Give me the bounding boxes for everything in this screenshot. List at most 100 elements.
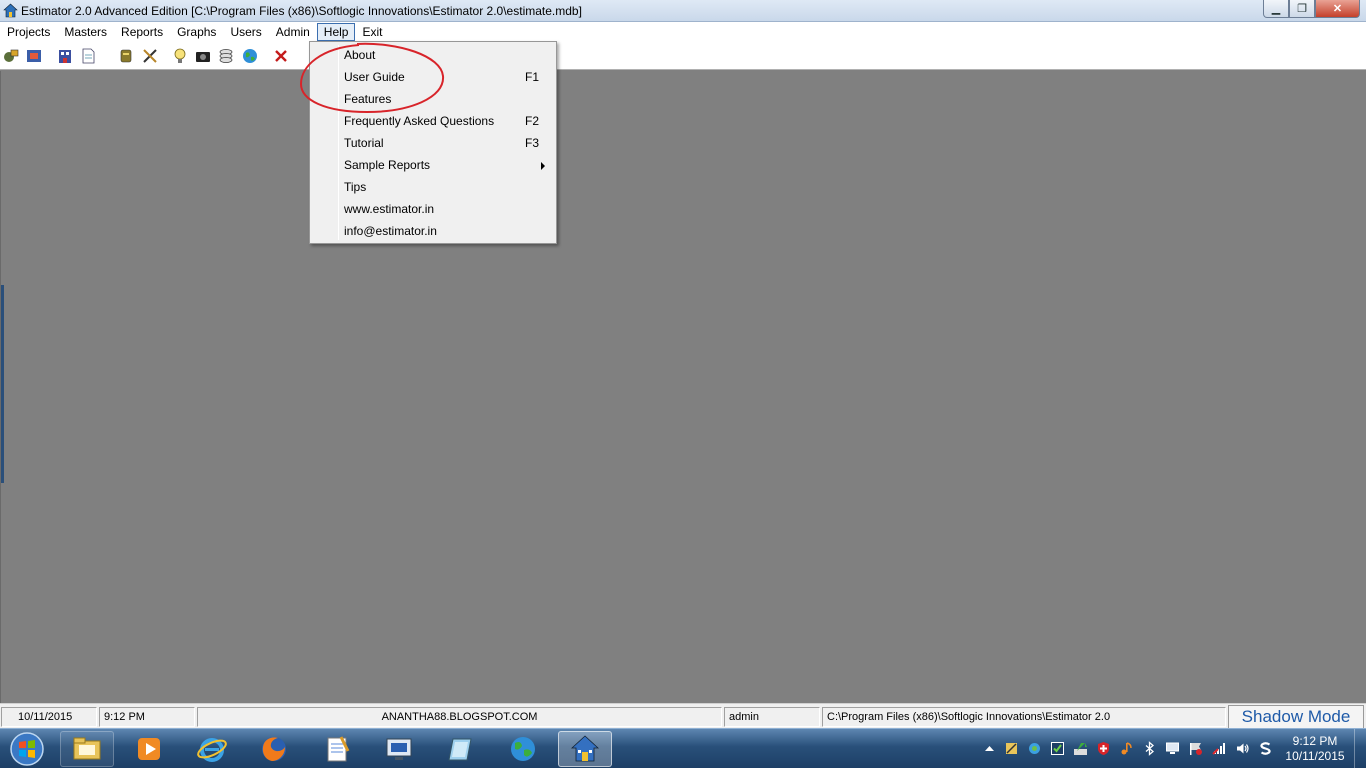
chevron-up-icon	[984, 745, 994, 751]
toolbar-bulb-button[interactable]	[170, 46, 190, 66]
restore-button[interactable]: ❐	[1289, 0, 1315, 18]
monitor-icon	[1165, 742, 1179, 754]
taskbar-file-explorer[interactable]	[60, 731, 114, 767]
internet-explorer-icon	[197, 738, 227, 762]
help-menu-item-website[interactable]: www.estimator.in	[312, 198, 554, 220]
menu-reports[interactable]: Reports	[114, 23, 170, 41]
toolbar-document-button[interactable]	[78, 46, 98, 66]
help-menu-item-faq[interactable]: Frequently Asked Questions F2	[312, 110, 554, 132]
workspace-edge	[1, 285, 4, 483]
estimator-icon	[570, 735, 600, 762]
help-menu-item-user-guide[interactable]: User Guide F1	[312, 66, 554, 88]
tray-bluetooth[interactable]	[1140, 739, 1158, 757]
tray-display[interactable]	[1163, 739, 1181, 757]
help-menu-item-tutorial[interactable]: Tutorial F3	[312, 132, 554, 154]
toolbar-camera-button[interactable]	[193, 46, 213, 66]
tray-check[interactable]	[1048, 739, 1066, 757]
help-menu-item-email[interactable]: info@estimator.in	[312, 220, 554, 242]
toolbar-globe-button[interactable]	[240, 46, 260, 66]
taskbar-globe-app[interactable]	[496, 731, 550, 767]
tray-tools[interactable]	[1002, 739, 1020, 757]
tray-overflow-button[interactable]	[980, 739, 998, 757]
checkbox-icon	[1050, 741, 1064, 755]
estimator-app-icon[interactable]	[3, 3, 18, 18]
notepad-icon	[327, 736, 350, 762]
toolbar-building-button[interactable]	[55, 46, 75, 66]
status-path: C:\Program Files (x86)\Softlogic Innovat…	[822, 707, 1226, 727]
tray-volume[interactable]	[1233, 739, 1251, 757]
help-menu-item-sample-reports[interactable]: Sample Reports	[312, 154, 554, 176]
tray-network-share[interactable]	[1025, 739, 1043, 757]
toolbar-projects-button[interactable]	[1, 46, 21, 66]
menu-item-shortcut: F1	[525, 70, 540, 84]
menu-item-label: Frequently Asked Questions	[344, 114, 495, 128]
title-bar[interactable]: Estimator 2.0 Advanced Edition [C:\Progr…	[0, 0, 1366, 22]
status-time: 9:12 PM	[99, 707, 195, 727]
menu-graphs[interactable]: Graphs	[170, 23, 223, 41]
document-icon	[82, 48, 95, 64]
menu-users[interactable]: Users	[223, 23, 268, 41]
menu-admin[interactable]: Admin	[269, 23, 317, 41]
minimize-icon: ▁	[1271, 3, 1281, 15]
submenu-arrow-icon	[541, 162, 545, 170]
tools-icon	[143, 49, 157, 63]
toolbar-close-button[interactable]	[271, 46, 291, 66]
menu-masters[interactable]: Masters	[57, 23, 114, 41]
status-user: admin	[724, 707, 820, 727]
media-player-icon	[138, 738, 160, 760]
toolbar-estimate-button[interactable]	[24, 46, 44, 66]
taskbar-internet-explorer[interactable]	[185, 731, 239, 767]
bluetooth-icon	[1145, 740, 1154, 756]
mdi-workspace	[0, 71, 1366, 703]
help-menu-item-tips[interactable]: Tips	[312, 176, 554, 198]
taskbar: 9:12 PM 10/11/2015	[0, 728, 1366, 768]
menu-exit[interactable]: Exit	[355, 23, 389, 41]
tools-tray-icon	[1005, 742, 1017, 754]
shadow-mode-button[interactable]: Shadow Mode	[1228, 705, 1364, 729]
show-desktop-button[interactable]	[1354, 729, 1366, 768]
taskbar-app-window[interactable]	[434, 731, 488, 767]
globe-app-icon	[511, 737, 535, 761]
network-signal-icon	[1211, 742, 1225, 755]
materials-icon	[120, 49, 132, 63]
menu-projects[interactable]: Projects	[0, 23, 57, 41]
tray-network[interactable]	[1210, 739, 1228, 757]
menu-item-shortcut: F3	[525, 136, 540, 150]
taskbar-firefox[interactable]	[247, 731, 301, 767]
taskbar-clock[interactable]: 9:12 PM 10/11/2015	[1282, 734, 1348, 764]
taskbar-media-player[interactable]	[122, 731, 176, 767]
stack-icon	[219, 49, 233, 63]
window-title: Estimator 2.0 Advanced Edition [C:\Progr…	[21, 4, 582, 18]
close-x-icon	[275, 50, 287, 62]
tray-media[interactable]	[1117, 739, 1135, 757]
menu-help[interactable]: Help	[316, 23, 356, 41]
start-button[interactable]	[6, 731, 48, 767]
menu-item-label: User Guide	[344, 70, 405, 84]
menu-item-label: Features	[344, 92, 392, 106]
estimate-icon	[27, 50, 41, 62]
globe-icon	[243, 49, 257, 63]
shield-icon	[1097, 741, 1109, 755]
toolbar-stack-button[interactable]	[216, 46, 236, 66]
help-menu-item-features[interactable]: Features	[312, 88, 554, 110]
menu-item-label: www.estimator.in	[344, 202, 435, 216]
firefox-icon	[262, 737, 286, 761]
close-button[interactable]: ✕	[1315, 0, 1360, 18]
minimize-button[interactable]: ▁	[1263, 0, 1289, 18]
tray-app-s[interactable]	[1256, 739, 1274, 757]
menu-item-label: Sample Reports	[344, 158, 431, 172]
tray-security[interactable]	[1094, 739, 1112, 757]
toolbar-materials-button[interactable]	[116, 46, 136, 66]
close-icon: ✕	[1332, 3, 1343, 15]
taskbar-notepad[interactable]	[310, 731, 364, 767]
tray-update[interactable]	[1071, 739, 1089, 757]
window-controls: ▁ ❐ ✕	[1263, 0, 1360, 19]
menu-item-label: About	[344, 48, 376, 62]
taskbar-remote-desktop[interactable]	[372, 731, 426, 767]
tray-action-center[interactable]	[1186, 739, 1204, 757]
help-menu-item-about[interactable]: About	[312, 44, 554, 66]
toolbar-tools-button[interactable]	[140, 46, 160, 66]
projects-icon	[4, 49, 19, 62]
taskbar-estimator[interactable]	[558, 731, 612, 767]
file-explorer-icon	[73, 737, 101, 760]
